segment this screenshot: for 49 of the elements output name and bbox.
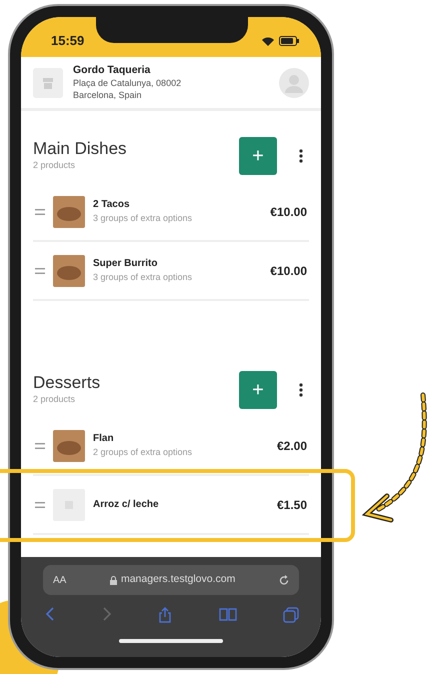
product-options: 3 groups of extra options — [93, 271, 192, 285]
food-photo — [53, 196, 85, 228]
product-price: €1.50 — [276, 496, 307, 514]
food-photo — [53, 254, 85, 286]
reload-icon[interactable] — [278, 574, 289, 586]
product-options: 3 groups of extra options — [93, 212, 192, 226]
back-icon[interactable] — [45, 607, 55, 621]
drag-handle-icon[interactable] — [35, 502, 45, 508]
category-title: Desserts — [33, 373, 100, 394]
store-icon — [33, 68, 63, 98]
more-options-icon[interactable] — [299, 149, 303, 163]
status-time: 15:59 — [51, 32, 84, 50]
add-product-button[interactable]: + — [239, 137, 277, 175]
more-options-icon[interactable] — [299, 383, 303, 397]
product-count: 2 products — [33, 393, 76, 406]
share-icon[interactable] — [158, 607, 172, 623]
product-row[interactable]: 2 Tacos 3 groups of extra options €10.00 — [33, 183, 309, 242]
product-name: 2 Tacos — [93, 198, 130, 212]
forward-icon[interactable] — [102, 607, 112, 621]
product-row[interactable]: Flan 2 groups of extra options €2.00 — [33, 417, 309, 476]
product-price: €2.00 — [276, 438, 307, 454]
url-text: managers.testglovo.com — [120, 572, 236, 588]
avatar-icon[interactable] — [279, 68, 309, 98]
drag-handle-icon[interactable] — [35, 442, 45, 448]
product-count: 2 products — [33, 159, 76, 172]
product-name: Super Burrito — [93, 257, 158, 272]
food-photo — [53, 430, 85, 462]
product-name: Flan — [93, 432, 115, 446]
image-placeholder-icon — [53, 488, 85, 520]
wifi-icon — [261, 36, 275, 46]
text-size-button[interactable]: AA — [53, 572, 66, 588]
address-bar[interactable]: AA managers.testglovo.com — [43, 565, 299, 595]
drag-handle-icon[interactable] — [35, 208, 45, 214]
store-address: Barcelona, Spain — [73, 89, 143, 102]
product-options: 2 groups of extra options — [93, 446, 192, 460]
tabs-icon[interactable] — [283, 607, 299, 623]
store-address: Plaça de Catalunya, 08002 — [73, 77, 182, 90]
category-title: Main Dishes — [33, 139, 127, 160]
book-icon[interactable] — [218, 607, 236, 621]
product-row[interactable]: Super Burrito 3 groups of extra options €10.00 — [33, 242, 309, 301]
product-price: €10.00 — [270, 204, 307, 220]
drag-handle-icon[interactable] — [35, 268, 45, 274]
lock-icon — [110, 576, 117, 584]
product-price: €10.00 — [270, 262, 307, 280]
add-product-button[interactable]: + — [239, 371, 277, 409]
store-name: Gordo Taqueria — [73, 64, 152, 78]
product-row[interactable]: Arroz c/ leche €1.50 — [33, 476, 309, 535]
battery-icon — [279, 36, 299, 46]
product-name: Arroz c/ leche — [93, 498, 159, 512]
